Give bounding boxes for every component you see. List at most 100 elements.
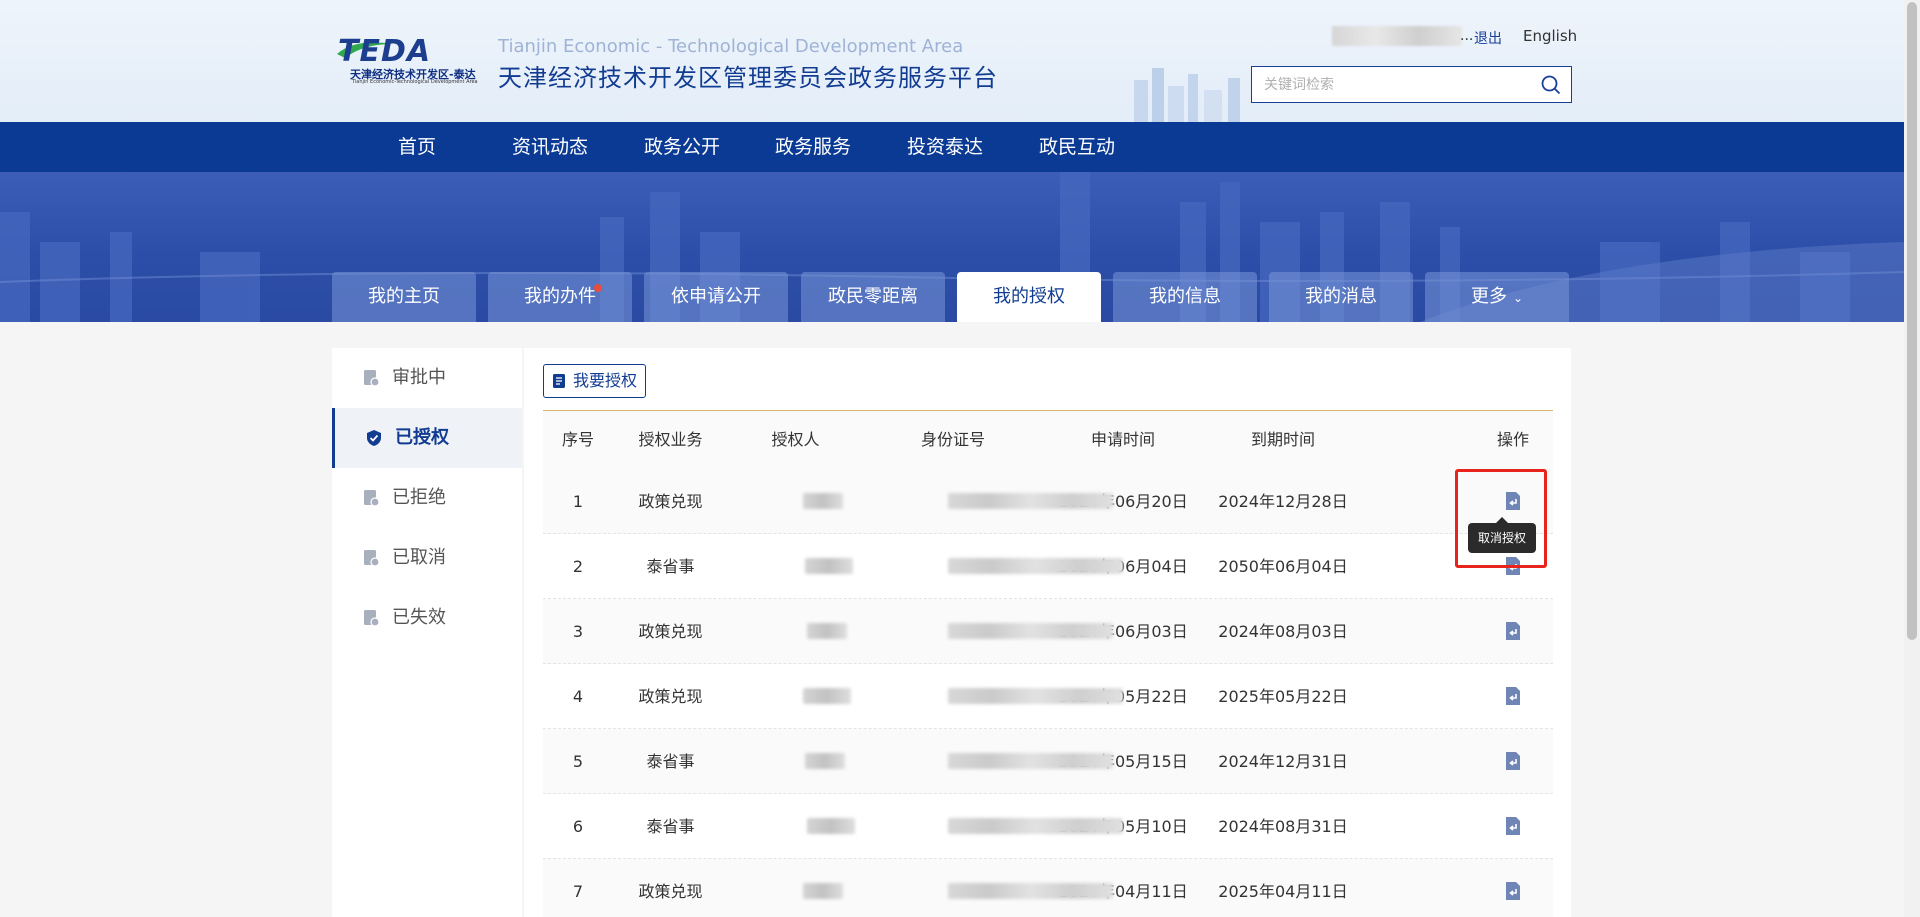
table-row: 2泰省事2024年06月04日2050年06月04日 — [543, 534, 1553, 599]
nav-item-interaction[interactable]: 政民互动 — [1027, 122, 1127, 172]
table-row: 6泰省事2024年05月10日2024年08月31日 — [543, 794, 1553, 859]
logo-tagline: Tianjin Economic-Technological Developme… — [352, 79, 478, 85]
sidebar-item-label: 已拒绝 — [392, 487, 446, 508]
cell-business: 泰省事 — [646, 817, 695, 836]
col-header-apply-time: 申请时间 — [1090, 430, 1155, 449]
id-number-redacted — [948, 558, 1123, 574]
cancel-auth-icon[interactable] — [1503, 621, 1523, 641]
authorization-panel: 我要授权 序号 授权业务 授权人 身份证号 申请时间 到期时间 操作 1 政策兑现… — [524, 348, 1571, 917]
edit-doc-icon — [553, 374, 565, 388]
tab-my-messages[interactable]: 我的消息 — [1269, 272, 1413, 322]
grantor-name-redacted — [807, 818, 855, 834]
cell-expire-time: 2024年12月31日 — [1218, 752, 1348, 771]
cell-business: 政策兑现 — [638, 622, 703, 641]
tab-label: 我的授权 — [993, 286, 1065, 307]
cancel-auth-icon[interactable] — [1503, 881, 1523, 901]
grantor-name-redacted — [803, 688, 851, 704]
nav-item-home[interactable]: 首页 — [378, 122, 456, 172]
request-authorization-button[interactable]: 我要授权 — [543, 364, 646, 398]
cell-no: 4 — [572, 687, 584, 706]
id-number-redacted — [948, 753, 1113, 769]
sidebar-item-label: 审批中 — [392, 367, 446, 388]
banner-cityscape — [0, 172, 1904, 322]
main-nav: 首页 资讯动态 政务公开 政务服务 投资泰达 政民互动 — [0, 122, 1904, 172]
id-number-redacted — [948, 883, 1113, 899]
sidebar-item-rejected[interactable]: 已拒绝 — [332, 468, 522, 528]
cancel-auth-icon[interactable] — [1503, 816, 1523, 836]
page-scrollbar[interactable] — [1904, 0, 1920, 917]
expired-doc-icon — [364, 610, 380, 627]
nav-item-news[interactable]: 资讯动态 — [500, 122, 600, 172]
sidebar-item-label: 已失效 — [392, 607, 446, 628]
tab-more[interactable]: 更多 ⌄ — [1425, 272, 1569, 322]
language-switch-link[interactable]: English — [1523, 27, 1577, 45]
tab-apply-disclosure[interactable]: 依申请公开 — [644, 272, 788, 322]
cell-business: 政策兑现 — [638, 687, 703, 706]
id-number-redacted — [948, 688, 1123, 704]
tab-label: 我的办件 — [524, 286, 596, 307]
table-row: 4政策兑现2024年05月22日2025年05月22日 — [543, 664, 1553, 729]
tab-label: 我的信息 — [1149, 286, 1221, 307]
cancel-authorization-tooltip: 取消授权 — [1468, 517, 1536, 553]
table-row: 5 泰省事 2024年05月15日 2024年12月31日 — [543, 729, 1553, 794]
cancel-auth-icon[interactable] — [1503, 751, 1523, 771]
search-input[interactable] — [1252, 67, 1522, 102]
grantor-name-redacted — [807, 623, 847, 639]
tab-label: 依申请公开 — [671, 286, 761, 307]
tab-citizen-zero-distance[interactable]: 政民零距离 — [801, 272, 945, 322]
rejected-doc-icon — [364, 490, 380, 507]
cell-business: 泰省事 — [646, 557, 695, 576]
authorization-sidebar: 审批中 已授权 已拒绝 已取消 已失效 — [332, 348, 522, 917]
tab-my-info[interactable]: 我的信息 — [1113, 272, 1257, 322]
sidebar-item-label: 已取消 — [392, 547, 446, 568]
tab-label: 更多 — [1470, 286, 1507, 307]
site-header: TEDA 天津经济技术开发区-泰达 Tianjin Economic-Techn… — [0, 0, 1904, 122]
city-banner — [0, 172, 1904, 322]
logo-text: TEDA — [338, 34, 432, 69]
sidebar-item-authorized[interactable]: 已授权 — [332, 408, 522, 468]
sidebar-item-pending[interactable]: 审批中 — [332, 348, 522, 408]
table-row: 1 政策兑现 2024年06月20日 2024年12月28日 — [543, 469, 1553, 534]
cancelled-doc-icon — [364, 550, 380, 567]
search-icon[interactable] — [1541, 75, 1561, 95]
nav-item-gov-services[interactable]: 政务服务 — [763, 122, 863, 172]
cell-business: 泰省事 — [646, 752, 695, 771]
cell-business: 政策兑现 — [638, 882, 703, 901]
id-number-redacted — [948, 493, 1113, 509]
col-header-actions: 操作 — [1496, 430, 1529, 449]
tab-label: 我的主页 — [368, 286, 440, 307]
cell-expire-time: 2024年08月31日 — [1218, 817, 1348, 836]
nav-item-invest[interactable]: 投资泰达 — [895, 122, 995, 172]
notification-dot — [594, 284, 602, 292]
sidebar-item-cancelled[interactable]: 已取消 — [332, 528, 522, 588]
cell-expire-time: 2024年12月28日 — [1218, 492, 1348, 511]
cancel-auth-icon[interactable] — [1503, 686, 1523, 706]
cell-business: 政策兑现 — [638, 492, 703, 511]
search-box — [1251, 66, 1572, 103]
cell-no: 7 — [572, 882, 584, 901]
table-header: 序号 授权业务 授权人 身份证号 申请时间 到期时间 操作 — [543, 411, 1553, 469]
site-title-cn: 天津经济技术开发区管理委员会政务服务平台 — [498, 64, 998, 92]
tab-label: 政民零距离 — [828, 286, 918, 307]
nav-item-gov-affairs[interactable]: 政务公开 — [632, 122, 732, 172]
chevron-down-icon: ⌄ — [1512, 291, 1524, 305]
scrollbar-thumb[interactable] — [1907, 2, 1917, 640]
sidebar-item-expired[interactable]: 已失效 — [332, 588, 522, 648]
cell-no: 3 — [572, 622, 584, 641]
col-header-expire-time: 到期时间 — [1250, 430, 1315, 449]
col-header-business: 授权业务 — [638, 430, 703, 449]
tab-my-authorization[interactable]: 我的授权 — [957, 272, 1101, 322]
tab-my-cases[interactable]: 我的办件 — [488, 272, 632, 322]
site-title-en: Tianjin Economic - Technological Develop… — [498, 36, 964, 57]
cell-expire-time: 2025年04月11日 — [1218, 882, 1348, 901]
col-header-id-number: 身份证号 — [920, 430, 985, 449]
grantor-name-redacted — [805, 558, 853, 574]
tab-my-home[interactable]: 我的主页 — [332, 272, 476, 322]
sidebar-item-label: 已授权 — [395, 427, 449, 448]
cell-no: 1 — [572, 492, 584, 511]
tab-label: 我的消息 — [1305, 286, 1377, 307]
id-number-redacted — [948, 623, 1113, 639]
col-header-grantor: 授权人 — [771, 430, 820, 449]
cell-no: 6 — [572, 817, 584, 836]
logout-link[interactable]: 退出 — [1474, 28, 1502, 48]
